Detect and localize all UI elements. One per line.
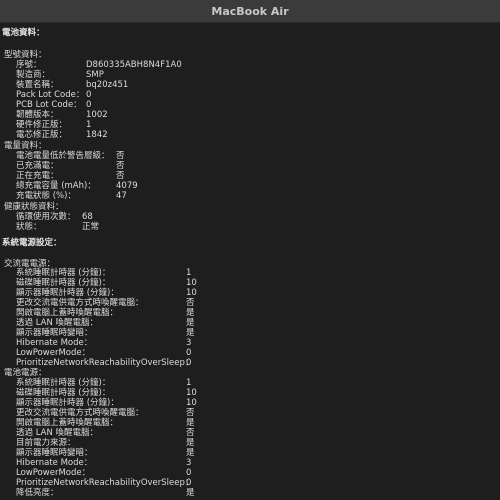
battery-power-label: 降低亮度： xyxy=(16,488,59,498)
model-info-label: Pack Lot Code： xyxy=(16,90,85,100)
charge-info-label: 正在充電： xyxy=(16,171,59,181)
model-info-label: 序號： xyxy=(16,60,42,70)
battery-power-value: 3 xyxy=(186,458,192,468)
charge-info-label: 充電狀態 (%)： xyxy=(16,191,76,201)
model-info-value: 0 xyxy=(86,100,92,110)
battery-power-label: 更改交流電供電方式時喚醒電腦： xyxy=(16,408,144,418)
model-info-label: 硬件修正版： xyxy=(16,120,68,130)
ac-power-label: 顯示器睡眠計時器 (分鐘)： xyxy=(16,288,119,298)
battery-power-label: 磁碟睡眠計時器 (分鐘)： xyxy=(16,388,111,398)
charge-info-label: 總充電容量 (mAh)： xyxy=(16,181,96,191)
ac-power-value: 是 xyxy=(186,328,195,338)
battery-power-label: PrioritizeNetworkReachabilityOverSleep： xyxy=(16,478,194,488)
ac-power-label: 透過 LAN 喚醒電腦： xyxy=(16,318,99,328)
ac-power-value: 否 xyxy=(186,298,195,308)
battery-power-label: 開啟電腦上蓋時喚醒電腦： xyxy=(16,418,119,428)
model-info-label: 電芯修正版： xyxy=(16,130,68,140)
battery-power-value: 否 xyxy=(186,428,195,438)
ac-power-label: 磁碟睡眠計時器 (分鐘)： xyxy=(16,278,111,288)
system-report-content: 電池資料： 型號資料： 序號： D860335ABH8N4F1A0 製造商： S… xyxy=(0,22,500,500)
health-info-heading: 健康狀態資料： xyxy=(4,202,64,212)
ac-power-label: 顯示器睡眠時變暗： xyxy=(16,328,93,338)
charge-info-value: 4079 xyxy=(116,181,138,191)
ac-power-value: 是 xyxy=(186,308,195,318)
model-info-label: 製造商： xyxy=(16,70,51,80)
ac-power-value: 0 xyxy=(186,348,192,358)
battery-power-heading: 電池電源： xyxy=(4,368,47,378)
battery-power-label: 目前電力來源： xyxy=(16,438,76,448)
battery-power-label: LowPowerMode： xyxy=(16,468,91,478)
ac-power-value: 是 xyxy=(186,318,195,328)
battery-info-heading: 電池資料： xyxy=(2,28,45,38)
model-info-value: 1002 xyxy=(86,110,108,120)
model-info-value: D860335ABH8N4F1A0 xyxy=(86,60,182,70)
ac-power-label: Hibernate Mode： xyxy=(16,338,93,348)
battery-power-value: 是 xyxy=(186,438,195,448)
charge-info-value: 否 xyxy=(116,171,125,181)
ac-power-value: 1 xyxy=(186,268,192,278)
ac-power-value: 3 xyxy=(186,338,192,348)
battery-power-value: 10 xyxy=(186,398,197,408)
power-settings-heading: 系統電源設定： xyxy=(2,238,62,248)
model-info-heading: 型號資料： xyxy=(4,50,47,60)
ac-power-value: 0 xyxy=(186,358,192,368)
health-info-value: 正常 xyxy=(82,222,100,232)
battery-power-label: 顯示器睡眠計時器 (分鐘)： xyxy=(16,398,119,408)
ac-power-label: 更改交流電供電方式時喚醒電腦： xyxy=(16,298,144,308)
health-info-label: 狀態： xyxy=(16,222,42,232)
window-titlebar[interactable]: MacBook Air xyxy=(0,0,500,23)
ac-power-value: 10 xyxy=(186,278,197,288)
battery-power-value: 是 xyxy=(186,448,195,458)
battery-power-label: 透過 LAN 喚醒電腦： xyxy=(16,428,99,438)
model-info-value: SMP xyxy=(86,70,104,80)
charge-info-value: 否 xyxy=(116,151,125,161)
ac-power-label: PrioritizeNetworkReachabilityOverSleep： xyxy=(16,358,194,368)
charge-info-value: 47 xyxy=(116,191,127,201)
window-title: MacBook Air xyxy=(211,4,289,18)
health-info-value: 68 xyxy=(82,212,93,222)
battery-power-value: 10 xyxy=(186,388,197,398)
model-info-label: PCB Lot Code： xyxy=(16,100,82,110)
charge-info-value: 否 xyxy=(116,161,125,171)
battery-power-value: 0 xyxy=(186,468,192,478)
model-info-value: 1842 xyxy=(86,130,108,140)
ac-power-label: 系統睡眠計時器 (分鐘)： xyxy=(16,268,111,278)
health-info-label: 循環使用次數： xyxy=(16,212,76,222)
model-info-value: 0 xyxy=(86,90,92,100)
battery-power-label: 系統睡眠計時器 (分鐘)： xyxy=(16,378,111,388)
ac-power-label: LowPowerMode： xyxy=(16,348,91,358)
battery-power-label: Hibernate Mode： xyxy=(16,458,93,468)
battery-power-value: 0 xyxy=(186,478,192,488)
charge-info-label: 已充滿電： xyxy=(16,161,59,171)
battery-power-label: 顯示器睡眠時變暗： xyxy=(16,448,93,458)
model-info-value: 1 xyxy=(86,120,92,130)
ac-power-label: 開啟電腦上蓋時喚醒電腦： xyxy=(16,308,119,318)
charge-info-heading: 電量資料： xyxy=(4,141,47,151)
battery-power-value: 是 xyxy=(186,488,195,498)
model-info-label: 韌體版本： xyxy=(16,110,59,120)
ac-power-value: 10 xyxy=(186,288,197,298)
battery-power-value: 1 xyxy=(186,378,192,388)
model-info-label: 裝置名稱： xyxy=(16,80,59,90)
charge-info-label: 電池電量低於警告層級： xyxy=(16,151,110,161)
model-info-value: bq20z451 xyxy=(86,80,129,90)
battery-power-value: 是 xyxy=(186,418,195,428)
battery-power-value: 否 xyxy=(186,408,195,418)
